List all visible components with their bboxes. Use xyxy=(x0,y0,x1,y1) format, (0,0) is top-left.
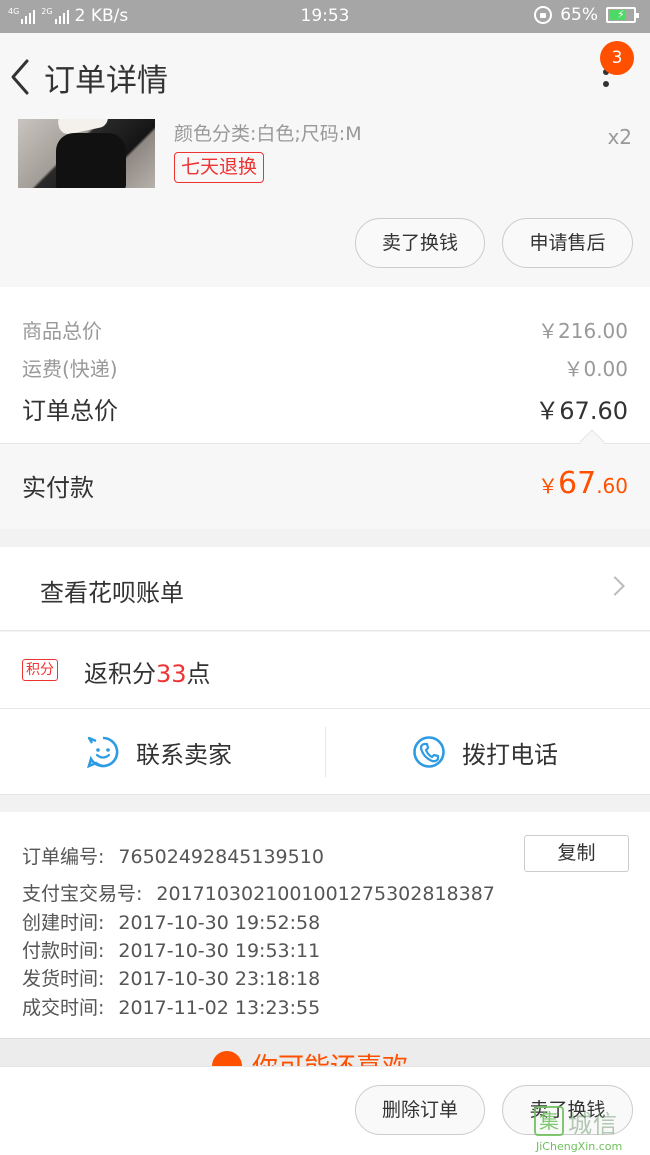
contact-bar: 联系卖家 拨打电话 xyxy=(0,709,650,795)
contact-seller-button[interactable]: 联系卖家 xyxy=(86,709,232,795)
points-row: 积分 返积分33点 xyxy=(0,632,650,709)
info-label: 创建时间: xyxy=(22,912,105,934)
alipay-trade-value: 2017103021001001275302818387 xyxy=(156,883,495,905)
order-number-value: 76502492845139510 xyxy=(118,846,324,868)
battery-icon: ⚡ xyxy=(606,7,639,23)
bottom-action-bar: 删除订单 卖了换钱 xyxy=(0,1066,650,1155)
info-label: 付款时间: xyxy=(22,940,105,962)
info-label: 成交时间: xyxy=(22,997,105,1019)
paid-currency: ￥ xyxy=(538,474,558,498)
product-quantity: x2 xyxy=(607,125,632,149)
product-thumbnail[interactable] xyxy=(18,119,155,188)
completed-time-row: 成交时间: 2017-11-02 13:23:55 xyxy=(22,993,320,1020)
copy-button[interactable]: 复制 xyxy=(524,835,629,872)
divider xyxy=(325,727,326,777)
call-phone-button[interactable]: 拨打电话 xyxy=(412,709,558,795)
delete-order-button[interactable]: 删除订单 xyxy=(355,1085,485,1135)
recommend-title-text: 你可能还喜欢 xyxy=(252,1047,408,1066)
order-total-row: 订单总价 ￥67.60 xyxy=(22,391,628,426)
items-total-value: ￥216.00 xyxy=(538,319,628,343)
points-suffix: 点 xyxy=(186,660,211,688)
contact-seller-label: 联系卖家 xyxy=(136,740,232,769)
order-total-label: 订单总价 xyxy=(22,397,118,425)
battery-percent: 65% xyxy=(560,5,598,25)
completed-time-value: 2017-11-02 13:23:55 xyxy=(118,997,321,1019)
product-item[interactable]: 颜色分类:白色;尺码:M x2 七天退换 卖了换钱 申请售后 xyxy=(0,119,650,287)
paid-label: 实付款 xyxy=(22,474,94,502)
chevron-right-icon xyxy=(605,576,625,596)
price-summary: 商品总价 ￥216.00 运费(快递) ￥0.00 订单总价 ￥67.60 xyxy=(0,287,650,443)
points-text: 返积分33点 xyxy=(84,654,211,689)
shipping-label: 运费(快递) xyxy=(22,357,118,381)
paid-value: ￥67.60 xyxy=(538,466,628,501)
return-policy-tag: 七天退换 xyxy=(174,152,265,183)
back-arrow-icon[interactable] xyxy=(8,57,32,97)
created-time-row: 创建时间: 2017-10-30 19:52:58 xyxy=(22,908,320,935)
status-right: 65% ⚡ xyxy=(534,5,639,25)
points-amount: 33 xyxy=(156,660,187,688)
sell-button-bottom[interactable]: 卖了换钱 xyxy=(502,1085,633,1135)
chat-bubble-icon xyxy=(86,736,119,769)
recommend-header: 你可能还喜欢 xyxy=(0,1038,650,1066)
info-label: 订单编号: xyxy=(22,846,105,868)
huabei-label: 查看花呗账单 xyxy=(40,579,184,607)
huabei-bill-link[interactable]: 查看花呗账单 xyxy=(0,547,650,631)
heart-icon xyxy=(212,1050,242,1066)
order-total-value: ￥67.60 xyxy=(535,397,628,425)
shipping-row: 运费(快递) ￥0.00 xyxy=(22,353,628,382)
status-bar: 4G 2G 2 KB/s 19:53 65% ⚡ xyxy=(0,0,650,33)
paid-integer: 67 xyxy=(558,466,597,501)
notification-badge: 3 xyxy=(600,41,634,75)
shipping-value: ￥0.00 xyxy=(563,357,628,381)
points-tag: 积分 xyxy=(22,659,58,681)
recommend-title: 你可能还喜欢 xyxy=(212,1047,408,1066)
shipped-time-value: 2017-10-30 23:18:18 xyxy=(118,968,321,990)
order-info-section: 订单编号: 76502492845139510 复制 支付宝交易号: 2017103… xyxy=(0,812,650,1038)
sell-button[interactable]: 卖了换钱 xyxy=(355,218,485,268)
paid-amount-row: 实付款 ￥67.60 xyxy=(0,429,650,529)
nav-header: 订单详情 3 xyxy=(0,33,650,119)
order-number-row: 订单编号: 76502492845139510 xyxy=(22,842,324,869)
after-sales-button[interactable]: 申请售后 xyxy=(502,218,633,268)
paid-decimal: .60 xyxy=(596,474,628,498)
items-total-row: 商品总价 ￥216.00 xyxy=(22,315,628,344)
points-prefix: 返积分 xyxy=(84,660,156,688)
info-label: 支付宝交易号: xyxy=(22,883,143,905)
paid-time-row: 付款时间: 2017-10-30 19:53:11 xyxy=(22,936,320,963)
items-total-label: 商品总价 xyxy=(22,319,102,343)
created-time-value: 2017-10-30 19:52:58 xyxy=(118,912,321,934)
rotation-lock-icon xyxy=(534,6,553,24)
shipped-time-row: 发货时间: 2017-10-30 23:18:18 xyxy=(22,964,320,991)
product-sku: 颜色分类:白色;尺码:M xyxy=(174,123,362,145)
paid-time-value: 2017-10-30 19:53:11 xyxy=(118,940,321,962)
alipay-trade-row: 支付宝交易号: 2017103021001001275302818387 xyxy=(22,879,495,906)
phone-icon xyxy=(413,736,445,768)
page-title: 订单详情 xyxy=(44,63,168,99)
info-label: 发货时间: xyxy=(22,968,105,990)
call-phone-label: 拨打电话 xyxy=(462,740,558,769)
